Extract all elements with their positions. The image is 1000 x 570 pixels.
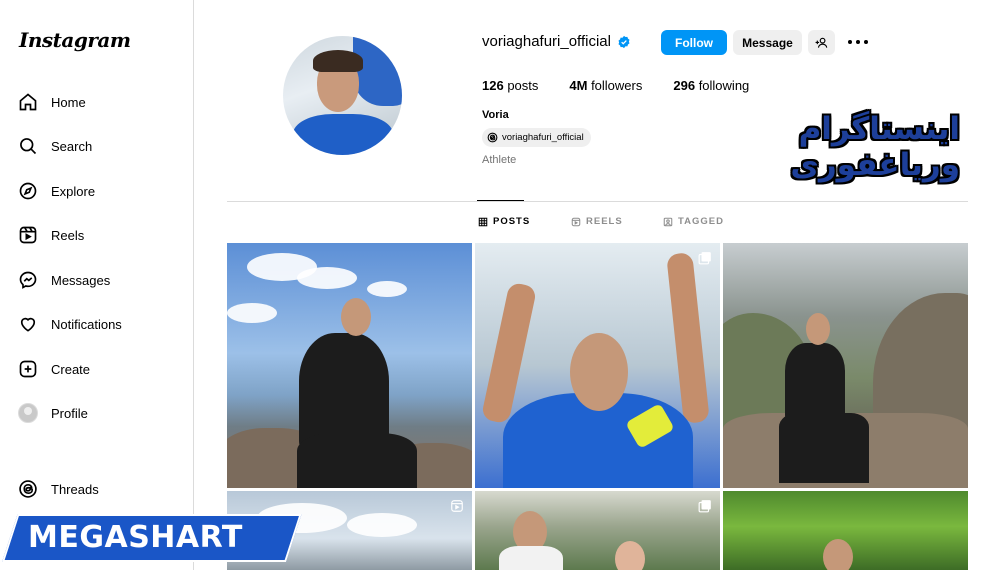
sidebar-item-label: Threads <box>51 481 99 497</box>
overlay-title-text: اینستاگرام وریاغفوری <box>790 111 960 183</box>
sidebar-item-label: Explore <box>51 183 96 199</box>
sidebar-item-label: Home <box>51 94 86 110</box>
profile-display-name: Voria <box>482 109 509 121</box>
plus-square-icon <box>19 360 37 378</box>
sidebar-item-notifications[interactable]: Notifications <box>18 310 122 338</box>
followers-count[interactable]: 4M followers <box>569 78 642 93</box>
avatar <box>18 403 38 423</box>
sidebar-item-messages[interactable]: Messages <box>18 266 110 294</box>
suggested-users-button[interactable] <box>808 30 835 55</box>
profile-category: Athlete <box>482 154 517 166</box>
tab-tagged[interactable]: TAGGED <box>663 216 724 227</box>
sidebar-item-label: Messages <box>51 272 111 288</box>
sidebar-item-reels[interactable]: Reels <box>18 221 84 249</box>
sidebar-item-search[interactable]: Search <box>18 132 92 160</box>
verified-badge-icon <box>618 35 630 48</box>
tab-reels[interactable]: REELS <box>571 216 623 227</box>
profile-username-row: voriaghafuri_official <box>482 33 631 50</box>
reel-icon <box>451 500 463 512</box>
sidebar-item-threads[interactable]: Threads <box>18 475 99 503</box>
sidebar-item-create[interactable]: Create <box>18 355 90 383</box>
threads-icon <box>19 480 37 498</box>
threads-link[interactable]: voriaghafuri_official <box>482 128 591 147</box>
reels-icon <box>571 217 581 226</box>
grid-icon <box>478 217 488 226</box>
search-icon <box>20 138 37 155</box>
instagram-logo[interactable]: Instagram <box>19 28 131 52</box>
sidebar-item-label: Profile <box>51 405 88 421</box>
profile-avatar[interactable] <box>283 36 402 155</box>
threads-icon <box>487 132 498 143</box>
sidebar-item-label: Reels <box>51 227 85 243</box>
multiple-images-icon <box>698 500 711 513</box>
sidebar-item-explore[interactable]: Explore <box>18 177 95 205</box>
messenger-icon <box>19 271 37 289</box>
tab-posts[interactable]: POSTS <box>478 216 530 227</box>
following-count[interactable]: 296 following <box>673 78 749 93</box>
more-options-button[interactable] <box>848 34 868 50</box>
dot-icon <box>848 40 852 44</box>
sidebar: Instagram Home Search Explore Reels Mess… <box>0 0 194 570</box>
watermark-text: MEGASHART <box>28 520 243 555</box>
post-thumbnail[interactable] <box>723 491 968 570</box>
heart-icon <box>20 317 36 332</box>
profile-stats: 126 posts 4M followers 296 following <box>482 78 780 93</box>
active-tab-indicator <box>477 200 524 201</box>
sidebar-item-profile[interactable]: Profile <box>18 399 88 427</box>
sidebar-item-label: Create <box>51 361 91 377</box>
sidebar-item-label: Notifications <box>51 316 122 332</box>
multiple-images-icon <box>698 252 711 265</box>
sidebar-item-label: Search <box>51 138 93 154</box>
compass-icon <box>19 182 37 200</box>
profile-username: voriaghafuri_official <box>482 33 611 50</box>
add-person-icon <box>815 37 827 48</box>
post-thumbnail[interactable] <box>475 491 720 570</box>
dot-icon <box>864 40 868 44</box>
message-button[interactable]: Message <box>733 30 802 55</box>
follow-button[interactable]: Follow <box>661 30 727 55</box>
sidebar-item-home[interactable]: Home <box>18 88 86 116</box>
posts-count: 126 posts <box>482 78 539 93</box>
post-thumbnail[interactable] <box>227 243 472 488</box>
threads-handle: voriaghafuri_official <box>502 132 584 143</box>
post-thumbnail[interactable] <box>475 243 720 488</box>
reels-icon <box>19 226 37 244</box>
tabs-divider <box>227 201 968 202</box>
home-icon <box>19 93 37 111</box>
tag-icon <box>663 217 673 226</box>
dot-icon <box>856 40 860 44</box>
post-thumbnail[interactable] <box>723 243 968 488</box>
